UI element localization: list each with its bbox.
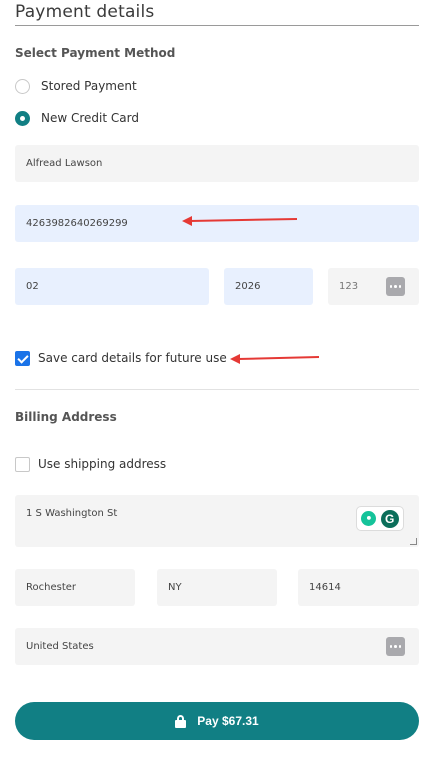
city-field[interactable]: Rochester: [15, 569, 135, 606]
state-field[interactable]: NY: [157, 569, 277, 606]
save-card-label[interactable]: Save card details for future use: [38, 351, 227, 365]
grammarly-icon[interactable]: G: [380, 509, 399, 528]
resize-handle[interactable]: [410, 538, 417, 545]
annotation-arrow-card-number: [182, 216, 298, 226]
title-divider: [15, 25, 419, 26]
payment-method-heading: Select Payment Method: [15, 46, 176, 60]
radio-stored-payment-label[interactable]: Stored Payment: [41, 79, 137, 93]
grammarly-widget[interactable]: • G: [356, 506, 404, 531]
pay-button[interactable]: Pay $67.31: [15, 702, 419, 740]
cardholder-name-field[interactable]: Alfread Lawson: [15, 145, 419, 182]
lock-icon: [175, 714, 187, 728]
cardholder-name-value[interactable]: Alfread Lawson: [26, 158, 102, 169]
radio-stored-payment-button[interactable]: [15, 78, 30, 94]
billing-address-heading: Billing Address: [15, 410, 117, 424]
payment-details-page: Payment details Select Payment Method St…: [0, 0, 431, 766]
card-number-value[interactable]: 4263982640269299: [26, 218, 128, 229]
exp-year-value[interactable]: 2026: [235, 281, 260, 292]
radio-new-credit-card-button[interactable]: [15, 110, 30, 126]
state-value[interactable]: NY: [168, 582, 182, 593]
bulb-icon[interactable]: •: [361, 511, 377, 526]
street-address-value[interactable]: 1 S Washington St: [26, 508, 117, 519]
save-card-checkbox-row[interactable]: Save card details for future use: [15, 350, 227, 366]
country-field[interactable]: United States: [15, 628, 419, 665]
save-card-checkbox[interactable]: [15, 350, 30, 366]
dots-icon[interactable]: [386, 637, 405, 656]
city-value[interactable]: Rochester: [26, 582, 76, 593]
zip-value[interactable]: 14614: [309, 582, 341, 593]
dots-icon[interactable]: [386, 277, 405, 296]
cvv-field[interactable]: 123: [328, 268, 419, 305]
use-shipping-checkbox[interactable]: [15, 456, 30, 472]
annotation-arrow-save-card: [230, 354, 320, 364]
exp-month-value[interactable]: 02: [26, 281, 39, 292]
exp-month-field[interactable]: 02: [15, 268, 209, 305]
use-shipping-label[interactable]: Use shipping address: [38, 457, 166, 471]
use-shipping-checkbox-row[interactable]: Use shipping address: [15, 456, 166, 472]
page-title: Payment details: [15, 2, 155, 22]
radio-stored-payment[interactable]: Stored Payment: [15, 77, 137, 95]
pay-button-label: Pay $67.31: [197, 714, 259, 728]
section-divider: [15, 389, 419, 390]
exp-year-field[interactable]: 2026: [224, 268, 313, 305]
cvv-placeholder[interactable]: 123: [339, 281, 358, 292]
street-address-textarea[interactable]: 1 S Washington St • G: [15, 495, 419, 547]
zip-field[interactable]: 14614: [298, 569, 419, 606]
country-value[interactable]: United States: [26, 641, 94, 652]
radio-new-credit-card-label[interactable]: New Credit Card: [41, 111, 139, 125]
radio-new-credit-card[interactable]: New Credit Card: [15, 109, 139, 127]
